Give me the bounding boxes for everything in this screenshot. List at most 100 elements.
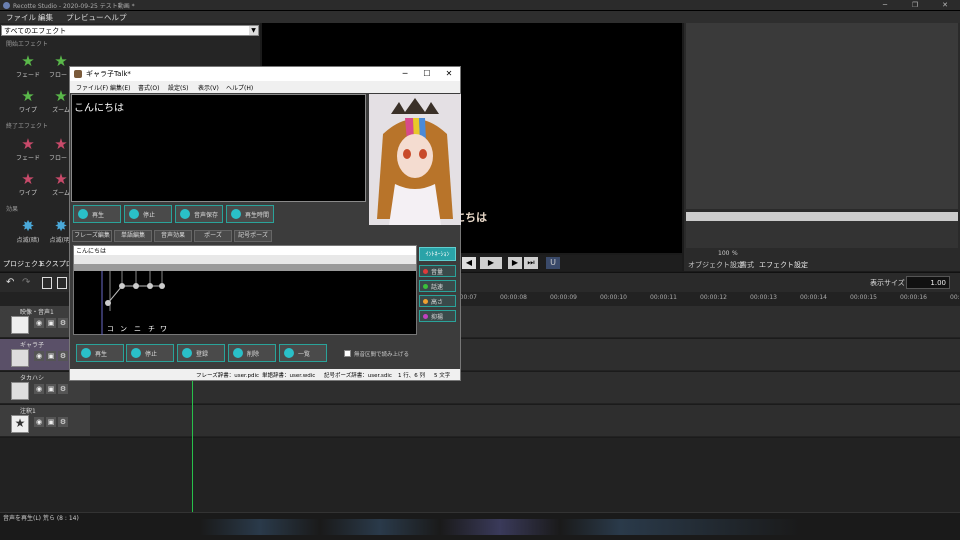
ruler-tick-label: 00:00:11 <box>650 294 677 301</box>
menu-help[interactable]: ヘルプ(H) <box>226 83 253 92</box>
status-text: 音声を再生(L) 荒ら (8 : 14) <box>3 515 79 522</box>
play-button[interactable]: 再生 <box>73 205 121 223</box>
track-name: 映像・音声1 <box>20 309 54 316</box>
menu-settings[interactable]: 設定(S) <box>168 83 189 92</box>
menu-file[interactable]: ファイル <box>6 12 36 23</box>
play-icon[interactable]: ▶ <box>480 257 502 269</box>
menu-edit[interactable]: 編集 <box>38 12 53 23</box>
gear-icon[interactable]: ⚙ <box>58 351 68 361</box>
tab-pause[interactable]: ポーズ <box>194 230 232 242</box>
phrase-dict-status: フレーズ辞書：user.pdic <box>196 373 259 379</box>
effect-wipe-out[interactable]: ★ ワイプ <box>13 170 43 197</box>
tab-effect-settings[interactable]: エフェクト設定 <box>759 260 808 270</box>
menu-preview[interactable]: プレビュー <box>66 12 104 23</box>
volume-button[interactable]: 音量 <box>419 265 456 277</box>
tab-symbol-pause[interactable]: 記号ポーズ <box>234 230 272 242</box>
menu-file[interactable]: ファイル(F) <box>76 83 108 92</box>
effect-category-value: すべてのエフェクト <box>4 27 67 35</box>
chevron-down-icon[interactable]: ▼ <box>249 26 258 35</box>
eye-icon[interactable]: ◉ <box>34 351 44 361</box>
timer-icon <box>231 209 241 219</box>
maximize-icon[interactable]: ☐ <box>416 68 438 80</box>
save-audio-button[interactable]: 音声保存 <box>175 205 223 223</box>
char-count: 5 文字 <box>434 373 451 379</box>
close-icon[interactable]: ✕ <box>930 0 960 11</box>
copy-icon[interactable] <box>42 277 52 289</box>
eye-icon[interactable]: ◉ <box>34 318 44 328</box>
close-icon[interactable]: ✕ <box>438 68 460 80</box>
speed-icon <box>423 284 428 289</box>
tab-word-edit[interactable]: 単語編集 <box>114 230 152 242</box>
eye-icon[interactable]: ◉ <box>34 417 44 427</box>
phrase-scrollbar[interactable] <box>74 255 416 264</box>
silence-checkbox[interactable] <box>344 350 351 357</box>
text-editor[interactable]: こんにちは <box>71 94 366 202</box>
display-size-input[interactable]: 1.00 <box>906 276 950 289</box>
gear-icon[interactable]: ⚙ <box>58 384 68 394</box>
phrase-stop-button[interactable]: 停止 <box>126 344 174 362</box>
eye-icon[interactable]: ◉ <box>34 384 44 394</box>
avatar <box>11 382 29 400</box>
menu-view[interactable]: 表示(V) <box>198 83 219 92</box>
lock-icon[interactable]: ▣ <box>46 318 56 328</box>
pitch-icon <box>423 299 428 304</box>
stop-button[interactable]: 停止 <box>124 205 172 223</box>
dialog-title: ギャラ子Talk* <box>86 70 131 78</box>
horizontal-scrollbar[interactable] <box>686 212 958 221</box>
menu-format[interactable]: 書式(O) <box>138 83 159 92</box>
skip-end-icon[interactable]: ⏭ <box>524 257 538 269</box>
effect-fade-in[interactable]: ★ フェード <box>13 52 43 79</box>
stop-icon <box>131 348 141 358</box>
inflection-button[interactable]: 抑揚 <box>419 310 456 322</box>
timeline-ruler[interactable]: 00:00:07 00:00:08 00:00:09 00:00:10 00:00:11… <box>440 292 960 306</box>
magnet-icon[interactable]: U <box>546 257 560 269</box>
lock-icon[interactable]: ▣ <box>46 351 56 361</box>
speed-button[interactable]: 話速 <box>419 280 456 292</box>
phrase-divider <box>74 264 416 271</box>
tab-format[interactable]: 書式 <box>740 260 754 270</box>
phrase-play-button[interactable]: 再生 <box>76 344 124 362</box>
phrase-editor[interactable]: こんにちは コ ン ニ チ ワ <box>73 245 417 335</box>
effect-blink-dark[interactable]: ✸ 点滅(暗) <box>13 217 43 244</box>
undo-icon[interactable]: ↶ <box>6 277 18 289</box>
phrase-text-field[interactable]: こんにちは <box>74 246 416 255</box>
register-button[interactable]: 登録 <box>177 344 225 362</box>
minimize-icon[interactable]: ─ <box>870 0 900 11</box>
list-button[interactable]: 一覧 <box>279 344 327 362</box>
volume-icon <box>423 269 428 274</box>
trash-icon <box>233 348 243 358</box>
app-icon <box>3 2 10 9</box>
play-duration-button[interactable]: 再生時間 <box>226 205 274 223</box>
window-title-bar: Recotte Studio - 2020-09-25 テスト動画 * ─ ❐ … <box>0 0 960 11</box>
tab-object-settings[interactable]: オブジェクト設定 <box>688 260 744 270</box>
menu-help[interactable]: ヘルプ <box>104 12 127 23</box>
editor-text: こんにちは <box>74 103 124 114</box>
step-forward-icon[interactable]: ▶ <box>508 257 522 269</box>
ruler-tick-label: 00:00:16 <box>900 294 927 301</box>
lock-icon[interactable]: ▣ <box>46 417 56 427</box>
gear-icon[interactable]: ⚙ <box>58 417 68 427</box>
pitch-button[interactable]: 高さ <box>419 295 456 307</box>
track-lane[interactable] <box>90 405 960 437</box>
delete-button[interactable]: 削除 <box>228 344 276 362</box>
ruler-tick-label: 00:00:09 <box>550 294 577 301</box>
gear-icon[interactable]: ⚙ <box>58 318 68 328</box>
maximize-icon[interactable]: ❐ <box>900 0 930 11</box>
track-header-annotation[interactable]: 注釈1 ★ ◉ ▣ ⚙ <box>0 405 90 437</box>
redo-icon[interactable]: ↷ <box>22 277 34 289</box>
tab-audio-effect[interactable]: 音声効果 <box>154 230 192 242</box>
intonation-button[interactable]: ｲﾝﾄﾈｰｼｮﾝ <box>419 247 456 261</box>
character-image <box>369 94 461 225</box>
display-size-label: 表示サイズ <box>870 279 905 287</box>
lock-icon[interactable]: ▣ <box>46 384 56 394</box>
timeline-empty-area[interactable] <box>0 438 960 512</box>
paste-icon[interactable] <box>57 277 67 289</box>
step-back-icon[interactable]: ◀ <box>462 257 476 269</box>
effect-wipe-in[interactable]: ★ ワイプ <box>13 87 43 114</box>
mora-label: ニ <box>134 325 141 333</box>
minimize-icon[interactable]: ─ <box>394 68 416 80</box>
effect-category-select[interactable]: すべてのエフェクト ▼ <box>1 25 259 36</box>
effect-fade-out[interactable]: ★ フェード <box>13 135 43 162</box>
tab-phrase-edit[interactable]: フレーズ編集 <box>72 230 112 242</box>
menu-edit[interactable]: 編集(E) <box>110 83 130 92</box>
